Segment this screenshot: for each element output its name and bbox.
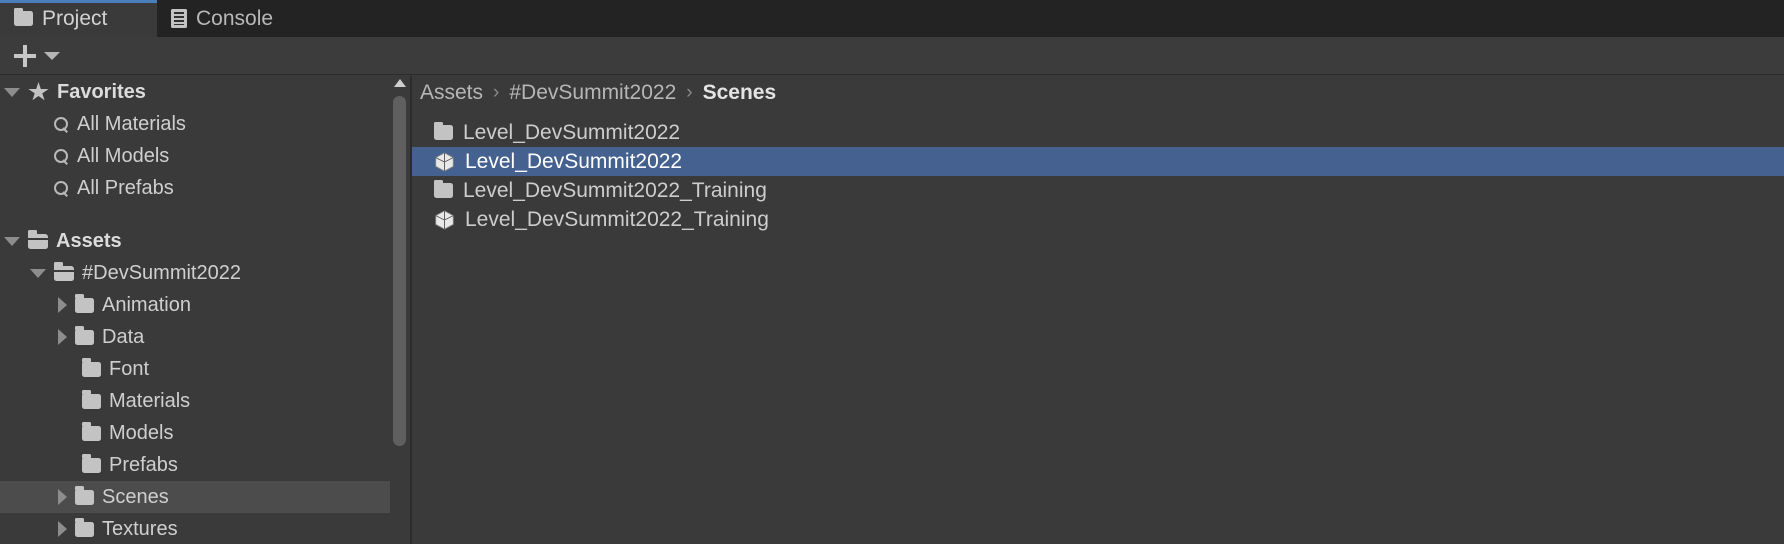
sidebar-item-scenes[interactable]: Scenes (0, 481, 390, 513)
search-icon (54, 180, 69, 196)
folder-icon (82, 358, 101, 377)
sidebar-item-materials-label: Materials (109, 390, 191, 412)
sidebar-item-textures-label: Textures (102, 518, 178, 540)
folder-icon (82, 422, 101, 441)
folder-open-icon (28, 230, 48, 249)
folder-icon (75, 326, 94, 345)
chevron-right-icon[interactable] (58, 329, 67, 345)
tree-header-assets-label: Assets (56, 230, 122, 252)
table-row[interactable]: Level_DevSummit2022 (412, 147, 1784, 176)
chevron-right-icon[interactable] (58, 489, 67, 505)
sidebar-item-all-prefabs[interactable]: All Prefabs (0, 172, 390, 204)
file-name-label: Level_DevSummit2022_Training (465, 207, 769, 231)
sidebar-item-all-materials-label: All Materials (77, 113, 186, 135)
chevron-down-icon[interactable] (4, 236, 20, 246)
sidebar-item-font[interactable]: Font (0, 353, 390, 385)
chevron-right-icon[interactable] (58, 521, 67, 537)
add-asset-button[interactable] (8, 42, 42, 70)
sidebar-item-all-prefabs-label: All Prefabs (77, 177, 174, 199)
table-row[interactable]: Level_DevSummit2022_Training (412, 205, 1784, 234)
project-body: Favorites All Materials All Models All P… (0, 76, 1784, 544)
scrollbar-thumb[interactable] (393, 96, 406, 446)
tree-header-assets[interactable]: Assets (0, 225, 390, 257)
folder-icon (14, 7, 33, 26)
sidebar-item-data-label: Data (102, 326, 145, 348)
sidebar-item-devsummit2022-label: #DevSummit2022 (82, 262, 241, 284)
sidebar-item-materials[interactable]: Materials (0, 385, 390, 417)
table-row[interactable]: Level_DevSummit2022 (412, 118, 1784, 147)
breadcrumb-item-assets[interactable]: Assets (420, 81, 483, 105)
folder-icon (82, 454, 101, 473)
file-name-label: Level_DevSummit2022_Training (463, 178, 767, 202)
file-name-label: Level_DevSummit2022 (463, 120, 681, 144)
folder-icon (82, 390, 101, 409)
tree-gap (0, 204, 390, 225)
sidebar-item-animation-label: Animation (102, 294, 191, 316)
tab-project-label: Project (42, 6, 108, 30)
search-icon (54, 148, 69, 164)
twisty-placeholder (58, 365, 74, 374)
tab-project[interactable]: Project (0, 0, 157, 37)
sidebar-item-data[interactable]: Data (0, 321, 390, 353)
scroll-up-arrow-icon[interactable] (394, 79, 406, 87)
chevron-right-icon[interactable] (58, 297, 67, 313)
sidebar-item-all-models-label: All Models (77, 145, 170, 167)
sidebar-item-prefabs[interactable]: Prefabs (0, 449, 390, 481)
breadcrumb-item-scenes[interactable]: Scenes (703, 81, 777, 105)
plus-icon (14, 45, 36, 67)
tab-console[interactable]: Console (157, 0, 292, 37)
sidebar-item-animation[interactable]: Animation (0, 289, 390, 321)
chevron-down-icon[interactable] (30, 268, 46, 278)
unity-scene-icon (434, 151, 455, 173)
twisty-placeholder (58, 461, 74, 470)
sidebar-item-textures[interactable]: Textures (0, 513, 390, 544)
tree-header-favorites[interactable]: Favorites (0, 76, 390, 108)
file-name-label: Level_DevSummit2022 (465, 149, 683, 173)
folder-icon (434, 121, 453, 140)
folder-icon (75, 518, 94, 537)
twisty-placeholder (58, 429, 74, 438)
sidebar-item-all-models[interactable]: All Models (0, 140, 390, 172)
table-row[interactable]: Level_DevSummit2022_Training (412, 176, 1784, 205)
chevron-down-icon[interactable] (4, 87, 20, 97)
breadcrumb-separator-icon: › (686, 82, 693, 103)
tab-bar: Project Console (0, 0, 1784, 37)
folder-icon (75, 486, 94, 505)
breadcrumb: Assets › #DevSummit2022 › Scenes (412, 76, 1784, 110)
list-gap (412, 110, 1784, 118)
caret-down-icon[interactable] (44, 52, 60, 60)
sidebar-item-prefabs-label: Prefabs (109, 454, 178, 476)
folder-icon (434, 179, 453, 198)
tab-console-label: Console (196, 6, 274, 30)
toolbar (0, 37, 1784, 108)
asset-tree-scrollbar[interactable] (391, 76, 409, 544)
tree-header-favorites-label: Favorites (57, 81, 146, 103)
sidebar-item-devsummit2022[interactable]: #DevSummit2022 (0, 257, 390, 289)
sidebar-item-font-label: Font (109, 358, 150, 380)
folder-icon (75, 294, 94, 313)
asset-list-panel[interactable]: Assets › #DevSummit2022 › Scenes Level_D… (412, 76, 1784, 544)
project-window: Project Console Favorites All Materials … (0, 0, 1784, 544)
sidebar-item-models-label: Models (109, 422, 174, 444)
breadcrumb-item-devsummit2022[interactable]: #DevSummit2022 (509, 81, 676, 105)
star-icon (28, 82, 49, 101)
asset-tree-panel[interactable]: Favorites All Materials All Models All P… (0, 76, 390, 544)
sidebar-item-models[interactable]: Models (0, 417, 390, 449)
console-icon (171, 9, 187, 28)
folder-open-icon (54, 262, 74, 281)
breadcrumb-separator-icon: › (493, 82, 500, 103)
search-icon (54, 116, 69, 132)
sidebar-item-all-materials[interactable]: All Materials (0, 108, 390, 140)
twisty-placeholder (58, 397, 74, 406)
unity-scene-icon (434, 209, 455, 231)
sidebar-item-scenes-label: Scenes (102, 486, 169, 508)
